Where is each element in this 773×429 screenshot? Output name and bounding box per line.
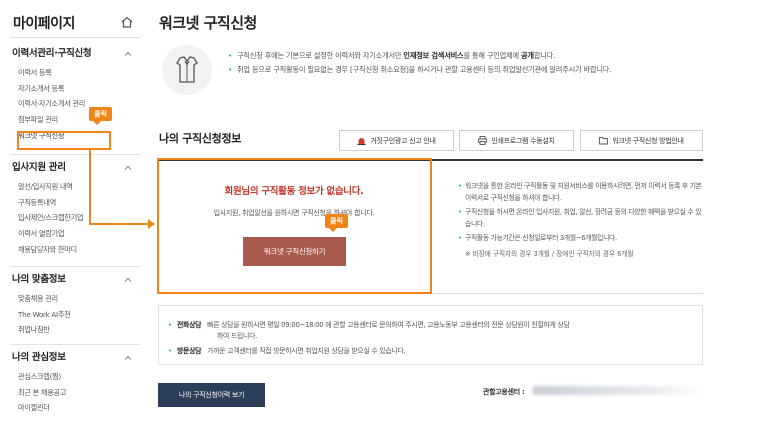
sidebar-item-application-history[interactable]: 알선/입사지원 내역 xyxy=(10,179,140,195)
highlight-box-main xyxy=(157,158,432,294)
phone-consult-label: 전화상담 xyxy=(177,321,202,329)
false-ad-report-label: 거짓구인광고 신고 안내 xyxy=(370,136,436,145)
sidebar-item-interest-scrap[interactable]: 관심스크랩(찜) xyxy=(10,369,140,385)
chevron-up-icon[interactable] xyxy=(124,355,132,360)
sidebar-item-attachment-manage[interactable]: 첨부파일 관리 xyxy=(10,112,140,128)
print-program-label: 인쇄프로그램 수동설치 xyxy=(491,136,555,145)
info-text-bold: 인재정보 검색서비스 xyxy=(403,51,464,60)
info-notice-item: 구직신청 후에는 기본으로 설정한 이력서와 자기소개서만 인재정보 검색서비스… xyxy=(228,50,708,62)
sidebar-group-title[interactable]: 나의 맞춤정보 xyxy=(10,272,140,288)
application-guide-label: 워크넷 구직신청 방법안내 xyxy=(612,136,684,145)
sidebar-item-ai-recommend[interactable]: The Work AI추천 xyxy=(10,307,140,323)
info-notice-item: 취업 등으로 구직활동이 필요없는 경우 [구직신청 취소요청]을 하시거나 관… xyxy=(228,64,708,76)
print-program-install-button[interactable]: 인쇄프로그램 수동설치 xyxy=(459,130,574,151)
sidebar-item-my-calendar[interactable]: 마이캘린더 xyxy=(10,400,140,416)
siren-icon xyxy=(357,138,366,145)
folder-icon xyxy=(599,137,609,145)
visit-consult-text: 가까운 고객센터를 직접 방문하시면 취업지원 상담을 받으실 수 있습니다. xyxy=(207,347,406,355)
sidebar-item-resume-viewers[interactable]: 이력서 열람기업 xyxy=(10,226,140,242)
page-title: 워크넷 구직신청 xyxy=(159,14,257,32)
phone-consult-text-cont: 하여 드립니다. xyxy=(217,332,258,340)
divider xyxy=(10,344,140,345)
sidebar-header: 마이페이지 xyxy=(10,10,140,38)
info-notice-list: 구직신청 후에는 기본으로 설정한 이력서와 자기소개서만 인재정보 검색서비스… xyxy=(228,50,708,78)
status-note-item: 구직활동 가능기간은 신청일로부터 3개월~6개월입니다. xyxy=(458,233,703,245)
sidebar-item-cover-letter-register[interactable]: 자기소개서 등록 xyxy=(10,81,140,97)
bullet: • xyxy=(168,347,172,355)
sidebar-item-resume-register[interactable]: 이력서 등록 xyxy=(10,65,140,81)
section-title: 나의 구직신청정보 xyxy=(159,132,242,145)
connector-line xyxy=(89,223,149,225)
phone-consult-row: • 전화상담 빠른 상담을 원하시면 평일 09:00~18:00 에 관할 고용… xyxy=(168,320,697,342)
false-ad-report-button[interactable]: 거짓구인광고 신고 안내 xyxy=(339,130,454,151)
info-illustration xyxy=(162,45,212,95)
visit-consult-row: • 방문상담 가까운 고객센터를 직접 방문하시면 취업지원 상담을 받으실 수 … xyxy=(168,346,697,357)
connector-line xyxy=(89,150,91,224)
office-value-redacted xyxy=(533,386,703,395)
sidebar-item-recent-postings[interactable]: 최근 본 채용공고 xyxy=(10,385,140,401)
info-text-bold: 공개 xyxy=(521,51,534,60)
status-note-text: 구직활동 가능기간은 신청일로부터 3개월~6개월입니다. xyxy=(465,234,617,242)
chevron-up-icon[interactable] xyxy=(124,51,132,56)
office-label: 관할고용센터 : xyxy=(483,388,525,396)
arrow-right-icon xyxy=(148,219,155,229)
visit-consult-label: 방문상담 xyxy=(177,347,202,355)
sidebar-item-career-compass[interactable]: 취업나침반 xyxy=(10,322,140,338)
phone-consult-text: 빠른 상담을 원하시면 평일 09:00~18:00 에 관할 고용센터로 문의… xyxy=(207,321,570,329)
sidebar-title: 마이페이지 xyxy=(13,16,75,32)
sidebar-item-recruiter-message[interactable]: 채용담당자와 한마디 xyxy=(10,242,140,258)
application-history-button[interactable]: 나의 구직신청이력 보기 xyxy=(158,383,265,407)
status-sub-note: ※ 비장애 구직자의 경우 3개월 / 장애인 구직자의 경우 6개월 xyxy=(465,249,634,258)
divider xyxy=(10,154,140,155)
sidebar-group-title[interactable]: 나의 관심정보 xyxy=(10,350,140,366)
status-note-item: 워크넷을 통한 온라인 구직활동 및 지원서비스를 이용하시려면, 먼저 이력서… xyxy=(458,181,703,204)
application-guide-button[interactable]: 워크넷 구직신청 방법안내 xyxy=(580,130,703,151)
status-note-item: 구직신청을 하시면 온라인 입사지원, 취업, 알선, 장려금 등의 다양한 혜… xyxy=(458,207,703,230)
sidebar-item-custom-recruit[interactable]: 맞춤채용 관리 xyxy=(10,291,140,307)
divider xyxy=(10,266,140,267)
sidebar-item-resume-manage[interactable]: 이력서·자기소개서 관리 xyxy=(10,96,140,112)
sidebar-group-resume: 이력서관리·구직신청 이력서 등록 자기소개서 등록 이력서·자기소개서 관리 … xyxy=(10,46,140,143)
info-text: 구직신청 후에는 기본으로 설정한 이력서와 자기소개서만 xyxy=(237,51,404,60)
sidebar: 마이페이지 이력서관리·구직신청 이력서 등록 자기소개서 등록 이력서·자기소… xyxy=(10,0,140,429)
bullet: • xyxy=(168,321,172,329)
click-badge: 클릭 xyxy=(325,214,348,232)
shirt-icon xyxy=(176,56,198,83)
chevron-up-icon[interactable] xyxy=(124,277,132,282)
home-icon[interactable] xyxy=(120,15,134,29)
sidebar-group-interests: 나의 관심정보 관심스크랩(찜) 최근 본 채용공고 마이캘린더 xyxy=(10,350,140,416)
info-text: 합니다. xyxy=(533,51,556,60)
sidebar-group-title[interactable]: 이력서관리·구직신청 xyxy=(10,46,140,62)
contact-info-box: • 전화상담 빠른 상담을 원하시면 평일 09:00~18:00 에 관할 고용… xyxy=(158,305,703,365)
status-notes-list: 워크넷을 통한 온라인 구직활동 및 지원서비스를 이용하시려면, 먼저 이력서… xyxy=(458,181,703,258)
info-text: 를 통해 구인업체에 xyxy=(463,51,522,60)
sidebar-item-registration-history[interactable]: 구직등록내역 xyxy=(10,195,140,211)
sidebar-group-title[interactable]: 입사지원 관리 xyxy=(10,160,140,176)
chevron-up-icon[interactable] xyxy=(124,165,132,170)
highlight-box-sidebar xyxy=(17,131,111,150)
sidebar-group-custom: 나의 맞춤정보 맞춤채용 관리 The Work AI추천 취업나침반 xyxy=(10,272,140,338)
sidebar-group-applications: 입사지원 관리 알선/입사지원 내역 구직등록내역 입사제안/스크랩한기업 이력… xyxy=(10,160,140,257)
click-badge: 클릭 xyxy=(89,107,112,125)
printer-icon xyxy=(478,136,488,145)
